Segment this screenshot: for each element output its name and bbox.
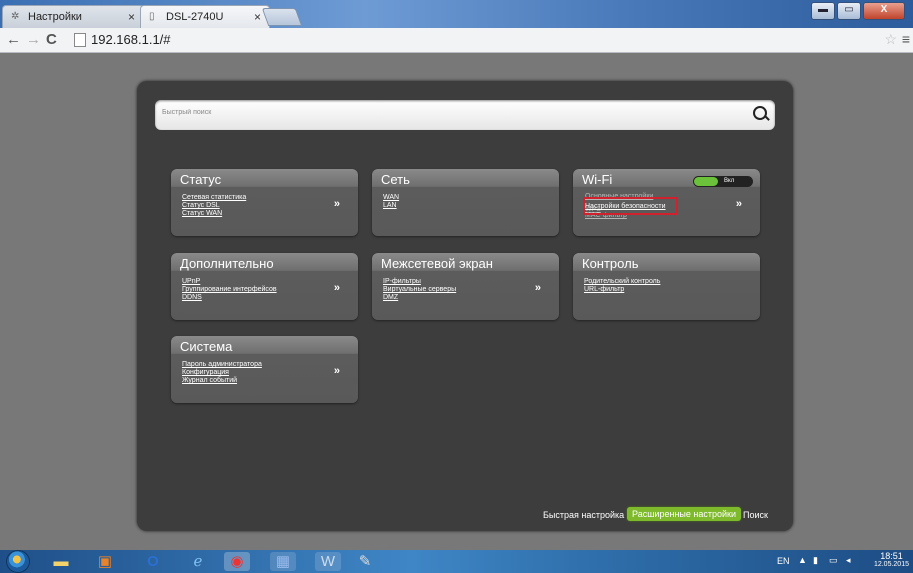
close-tab-icon[interactable]: × (128, 10, 135, 24)
link-url-filter[interactable]: URL-фильтр (584, 286, 660, 294)
maximize-button[interactable]: ▭ (837, 2, 861, 20)
battery-icon[interactable]: ▭ (829, 555, 838, 566)
card-title: Дополнительно (180, 256, 274, 271)
chevron-right-icon[interactable]: » (736, 198, 742, 210)
link-ddns[interactable]: DDNS (182, 294, 277, 302)
tab-settings[interactable]: ✲ Настройки × (2, 5, 144, 28)
minimize-button[interactable]: ▬ (811, 2, 835, 20)
card-title: Wi-Fi (582, 172, 613, 187)
highlight-box (583, 197, 678, 215)
card-title: Статус (180, 172, 222, 187)
card-status[interactable]: Статус Сетевая статистика Статус DSL Ста… (171, 169, 358, 236)
reload-icon[interactable]: C (46, 31, 57, 49)
card-system[interactable]: Система Пароль администратора Конфигурац… (171, 336, 358, 403)
chevron-right-icon[interactable]: » (334, 365, 340, 377)
opera-icon[interactable]: O (140, 552, 166, 571)
media-player-icon[interactable]: ▣ (92, 552, 118, 571)
search-icon[interactable] (753, 106, 767, 120)
link-configuration[interactable]: Конфигурация (182, 369, 262, 377)
gear-icon: ✲ (11, 11, 20, 22)
clock-date: 12.05.2015 (873, 561, 909, 568)
tab-settings-label: Настройки (28, 11, 82, 23)
toggle-label: Вкл (724, 178, 735, 184)
back-icon[interactable]: ← (6, 31, 21, 49)
chevron-right-icon[interactable]: » (334, 198, 340, 210)
new-tab-button[interactable] (261, 8, 303, 26)
link-lan[interactable]: LAN (383, 202, 399, 210)
chevron-right-icon[interactable]: » (334, 282, 340, 294)
browser-tab-bar: ✲ Настройки × ▯ DSL-2740U × ▬ ▭ X (0, 0, 913, 28)
card-title: Система (180, 339, 233, 354)
forward-icon[interactable]: → (26, 31, 41, 49)
card-title: Межсетевой экран (381, 256, 493, 271)
card-title: Сеть (381, 172, 410, 187)
wifi-toggle[interactable]: Вкл (693, 176, 753, 187)
link-network-stats[interactable]: Сетевая статистика (182, 194, 246, 202)
card-title: Контроль (582, 256, 639, 271)
windows-taskbar: ▬ ▣ O ℯ ◉ ▦ W ✎ EN ▲ ▮ ▭ ◂ 18:51 12.05.2… (0, 550, 913, 573)
word-icon[interactable]: W (315, 552, 341, 571)
network-icon[interactable]: ▮ (813, 555, 818, 566)
explorer-icon[interactable]: ▬ (48, 552, 74, 571)
bookmark-star-icon[interactable]: ☆ (884, 31, 897, 48)
tab-dsl-label: DSL-2740U (166, 11, 224, 23)
chevron-right-icon[interactable]: » (535, 282, 541, 294)
link-upnp[interactable]: UPnP (182, 278, 277, 286)
quick-search-input[interactable] (160, 101, 724, 123)
volume-icon[interactable]: ◂ (846, 555, 851, 566)
window-controls: ▬ ▭ X (811, 2, 905, 20)
page-icon (74, 33, 86, 47)
card-advanced[interactable]: Дополнительно UPnP Группирование интерфе… (171, 253, 358, 320)
address-bar[interactable]: 192.168.1.1/# (72, 31, 896, 49)
tab-dsl[interactable]: ▯ DSL-2740U × (140, 5, 270, 28)
search-link[interactable]: Поиск (743, 509, 768, 521)
paint-icon[interactable]: ✎ (352, 552, 378, 571)
link-dsl-status[interactable]: Статус DSL (182, 202, 246, 210)
link-admin-password[interactable]: Пароль администратора (182, 361, 262, 369)
chrome-icon[interactable]: ◉ (224, 552, 250, 571)
url-text: 192.168.1.1/# (91, 32, 171, 47)
link-event-log[interactable]: Журнал событий (182, 377, 262, 385)
menu-icon[interactable]: ≡ (902, 31, 910, 47)
link-parental-control[interactable]: Родительский контроль (584, 278, 660, 286)
language-indicator[interactable]: EN (777, 556, 790, 566)
link-interface-grouping[interactable]: Группирование интерфейсов (182, 286, 277, 294)
link-ip-filters[interactable]: IP-фильтры (383, 278, 456, 286)
tray-arrow-icon[interactable]: ▲ (798, 555, 807, 565)
card-network[interactable]: Сеть WAN LAN (372, 169, 559, 236)
link-dmz[interactable]: DMZ (383, 294, 456, 302)
control-panel-icon[interactable]: ▦ (270, 552, 296, 571)
card-control[interactable]: Контроль Родительский контроль URL-фильт… (573, 253, 760, 320)
quick-setup-link[interactable]: Быстрая настройка (543, 509, 624, 521)
start-button[interactable] (6, 550, 30, 573)
advanced-settings-button[interactable]: Расширенные настройки (627, 507, 741, 521)
toggle-knob (694, 177, 718, 186)
close-tab-icon[interactable]: × (254, 10, 261, 24)
internet-explorer-icon[interactable]: ℯ (185, 552, 211, 571)
clock-time: 18:51 (880, 551, 903, 561)
clock[interactable]: 18:51 12.05.2015 (874, 551, 909, 568)
browser-toolbar: ← → C 192.168.1.1/# ☆ ≡ (0, 28, 913, 53)
link-wan[interactable]: WAN (383, 194, 399, 202)
page-icon: ▯ (149, 11, 155, 22)
card-firewall[interactable]: Межсетевой экран IP-фильтры Виртуальные … (372, 253, 559, 320)
close-window-button[interactable]: X (863, 2, 905, 20)
quick-search-box (155, 100, 775, 130)
link-virtual-servers[interactable]: Виртуальные серверы (383, 286, 456, 294)
link-wan-status[interactable]: Статус WAN (182, 210, 246, 218)
